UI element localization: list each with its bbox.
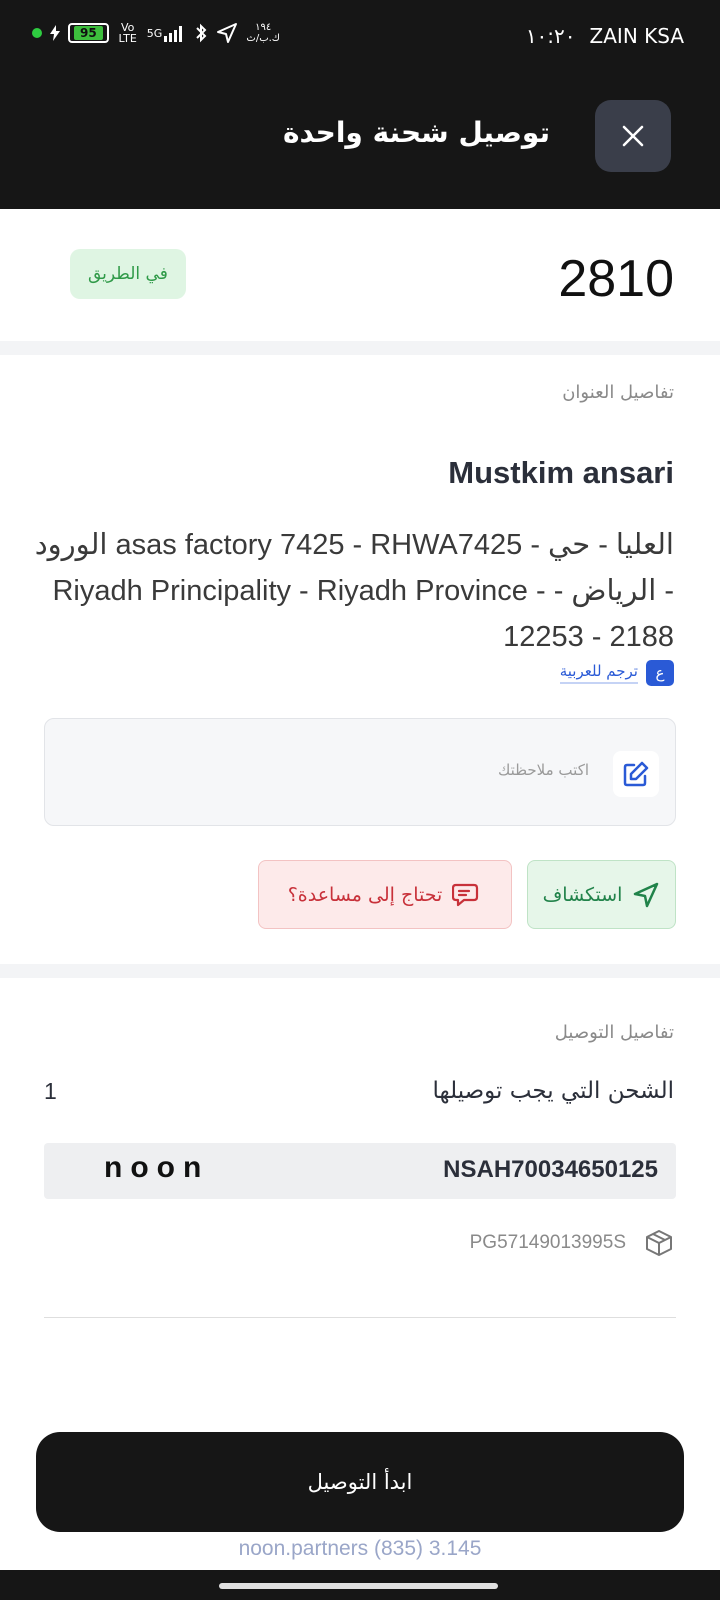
location-arrow-icon	[216, 22, 238, 44]
system-nav-bar	[0, 1570, 720, 1600]
translate-icon: ع	[646, 660, 674, 686]
status-badge: في الطريق	[70, 249, 186, 299]
home-indicator[interactable]	[219, 1583, 498, 1589]
help-label: تحتاج إلى مساعدة؟	[287, 883, 443, 906]
close-button[interactable]	[595, 100, 671, 172]
package-code: PG57149013995S	[469, 1232, 626, 1253]
start-delivery-button[interactable]: ابدأ التوصيل	[36, 1432, 684, 1532]
status-time: ١٠:٢٠	[525, 24, 576, 48]
volte-indicator: Vo LTE	[118, 21, 137, 45]
help-button[interactable]: تحتاج إلى مساعدة؟	[258, 860, 512, 929]
explore-label: استكشاف	[542, 883, 623, 906]
shipment-id: NSAH70034650125	[443, 1156, 658, 1183]
navigation-arrow-icon	[634, 882, 659, 907]
address-section-label: تفاصيل العنوان	[562, 382, 674, 403]
support-chat-icon	[452, 883, 479, 906]
section-divider	[0, 964, 720, 978]
signal-icon: 5G	[147, 24, 187, 42]
edit-icon	[613, 751, 659, 797]
customer-name: Mustkim ansari	[448, 455, 674, 490]
explore-button[interactable]: استكشاف	[527, 860, 676, 929]
shipments-label: الشحن التي يجب توصيلها	[432, 1078, 674, 1104]
package-box-icon	[646, 1230, 672, 1256]
brand-logo: noon	[104, 1151, 210, 1184]
close-icon	[622, 125, 644, 147]
bluetooth-icon	[194, 23, 208, 43]
delivery-address: العليا - حي - asas factory 7425 - RHWA74…	[34, 529, 674, 653]
page-title: توصيل شحنة واحدة	[282, 116, 550, 149]
app-header: توصيل شحنة واحدة	[0, 90, 720, 180]
shipment-card[interactable]: NSAH70034650125 noon	[44, 1143, 676, 1199]
carrier-name: ZAIN KSA	[589, 24, 684, 48]
status-right: ١٠:٢٠ ZAIN KSA	[526, 24, 684, 48]
notes-placeholder: اكتب ملاحظتك	[497, 761, 589, 779]
shipments-count: 1	[44, 1078, 57, 1104]
app-version: noon.partners (835) 3.145	[238, 1537, 482, 1560]
order-number: 2810	[558, 250, 674, 308]
notes-input[interactable]: اكتب ملاحظتك	[44, 718, 676, 826]
active-indicator-dot	[32, 28, 42, 38]
battery-level: 95	[74, 26, 103, 40]
package-row: PG57149013995S	[470, 1228, 674, 1258]
translate-link[interactable]: ع ترجم للعربية	[559, 660, 674, 686]
charging-icon	[50, 25, 60, 41]
section-divider	[0, 341, 720, 355]
translate-label: ترجم للعربية	[559, 662, 638, 684]
battery-indicator: 95	[68, 23, 109, 43]
status-icons: 95 Vo LTE 5G ١٩٤ ك.ب/ث	[32, 22, 280, 44]
network-type: 5G	[146, 26, 163, 40]
status-bar: 95 Vo LTE 5G ١٩٤ ك.ب/ث ١٠:٢٠ ZAIN KSA	[0, 0, 720, 70]
data-rate: ١٩٤ ك.ب/ث	[246, 22, 281, 44]
delivery-section-label: تفاصيل التوصيل	[554, 1022, 674, 1043]
order-summary: 2810 في الطريق	[0, 209, 720, 341]
divider-line	[44, 1317, 676, 1318]
